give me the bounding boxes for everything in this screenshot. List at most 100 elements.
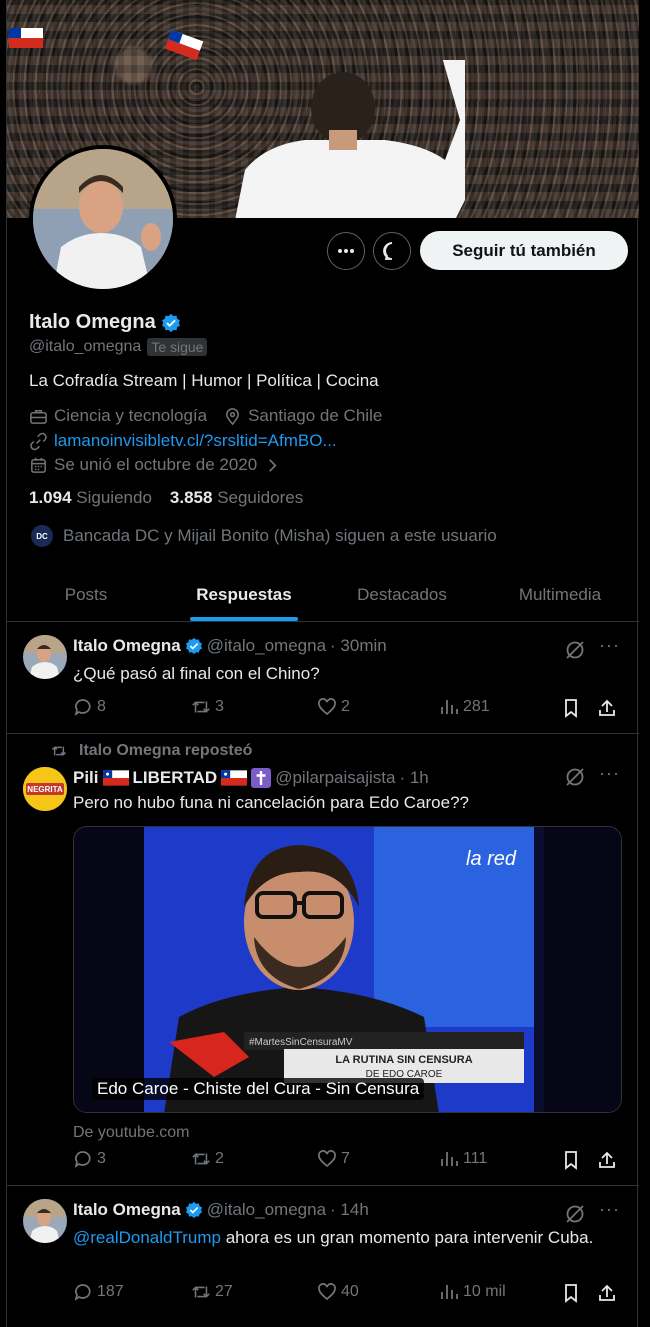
share-icon[interactable] xyxy=(597,698,617,718)
post-item[interactable]: Italo Omegna reposteó NEGRITA Pili LIBER… xyxy=(7,734,639,1186)
cross-icon xyxy=(251,768,272,788)
avatar-image xyxy=(33,149,173,289)
post-text: Pero no hubo funa ni cancelación para Ed… xyxy=(73,793,470,812)
bar-chart-icon xyxy=(441,1285,458,1299)
tab-highlights[interactable]: Destacados xyxy=(323,568,481,621)
views-button[interactable]: 10 mil xyxy=(439,1282,506,1302)
view-count: 111 xyxy=(463,1150,488,1167)
briefcase-icon xyxy=(30,409,47,424)
chevron-right-icon[interactable] xyxy=(263,456,282,475)
ellipsis-icon xyxy=(338,249,354,253)
tab-media[interactable]: Multimedia xyxy=(481,568,639,621)
tab-replies[interactable]: Respuestas xyxy=(165,568,323,621)
post-header: Italo Omegna @italo_omegna · 30min xyxy=(73,636,387,656)
link-icon xyxy=(30,432,47,450)
bookmark-icon[interactable] xyxy=(561,1150,581,1170)
post-time[interactable]: · 1h xyxy=(399,768,428,788)
post-handle[interactable]: @italo_omegna xyxy=(207,636,326,656)
reply-button[interactable]: 3 xyxy=(73,1149,106,1169)
grok-icon[interactable] xyxy=(564,766,586,788)
video-card[interactable]: la red #MartesSinCensuraMV LA RUTINA SIN… xyxy=(73,826,622,1113)
avatar-brand-text: NEGRITA xyxy=(27,785,63,794)
profile-bio: La Cofradía Stream | Humor | Política | … xyxy=(29,371,379,390)
location-pin-icon xyxy=(226,407,240,425)
profile-column: Seguir tú también Italo Omegna @italo_om… xyxy=(6,0,639,1327)
repost-button[interactable]: 2 xyxy=(191,1149,224,1169)
grok-icon[interactable] xyxy=(564,1203,586,1225)
followers-link[interactable]: 3.858 Seguidores xyxy=(170,488,303,508)
post-time[interactable]: · 30min xyxy=(330,636,387,656)
repost-count: 2 xyxy=(215,1150,224,1167)
post-avatar[interactable] xyxy=(23,1199,67,1243)
reply-count: 3 xyxy=(97,1150,106,1167)
post-actions: 8 3 2 281 xyxy=(73,697,629,721)
view-count: 281 xyxy=(463,698,490,715)
post-avatar[interactable] xyxy=(23,635,67,679)
post-text: @realDonaldTrump ahora es un gran moment… xyxy=(73,1227,623,1249)
post-handle[interactable]: @pilarpaisajista xyxy=(275,768,395,788)
post-author-name[interactable]: Italo Omegna xyxy=(73,636,181,656)
share-icon[interactable] xyxy=(597,1283,617,1303)
views-button[interactable]: 281 xyxy=(439,697,490,717)
post-actions: 187 27 40 10 mil xyxy=(73,1282,629,1306)
profile-joined: Se unió el octubre de 2020 xyxy=(54,455,258,474)
flag-icon xyxy=(9,28,43,48)
post-author-name[interactable]: Italo Omegna xyxy=(73,1200,181,1220)
followers-you-know[interactable]: DC Bancada DC y Mijail Bonito (Misha) si… xyxy=(29,523,497,549)
follow-button[interactable]: Seguir tú también xyxy=(420,231,628,270)
post-more-icon[interactable]: ··· xyxy=(599,1199,620,1220)
followers-count: 3.858 xyxy=(169,488,213,507)
video-banner-title: LA RUTINA SIN CENSURA xyxy=(335,1054,472,1066)
more-options-button[interactable] xyxy=(327,232,365,270)
grok-button[interactable] xyxy=(373,232,411,270)
heart-icon xyxy=(318,698,336,716)
link-source[interactable]: De youtube.com xyxy=(73,1124,190,1142)
reply-button[interactable]: 187 xyxy=(73,1282,124,1302)
message-bubble-icon xyxy=(383,242,393,260)
profile-joined-row: Se unió el octubre de 2020 xyxy=(29,455,282,475)
share-icon[interactable] xyxy=(597,1150,617,1170)
repost-icon xyxy=(51,746,67,756)
tab-posts[interactable]: Posts xyxy=(7,568,165,621)
bar-chart-icon xyxy=(441,1152,458,1166)
post-text-body: ahora es un gran momento para intervenir… xyxy=(220,1228,594,1247)
post-author-name[interactable]: Pili xyxy=(73,768,99,788)
repost-button[interactable]: 27 xyxy=(191,1282,233,1302)
post-more-icon[interactable]: ··· xyxy=(599,763,620,784)
mention-link[interactable]: @realDonaldTrump xyxy=(73,1228,221,1247)
following-link[interactable]: 1.094 Siguiendo xyxy=(29,488,152,508)
like-button[interactable]: 40 xyxy=(317,1282,359,1302)
repost-label[interactable]: Italo Omegna reposteó xyxy=(79,742,252,760)
bookmark-icon[interactable] xyxy=(561,698,581,718)
banner-person-image xyxy=(235,60,465,218)
bookmark-icon[interactable] xyxy=(561,1283,581,1303)
reply-count: 8 xyxy=(97,698,106,715)
followers-you-know-text: Bancada DC y Mijail Bonito (Misha) sigue… xyxy=(63,526,497,545)
heart-icon xyxy=(318,1150,336,1168)
profile-tabs: Posts Respuestas Destacados Multimedia xyxy=(7,568,639,622)
post-avatar[interactable]: NEGRITA xyxy=(23,767,67,811)
bar-chart-icon xyxy=(441,700,458,714)
profile-website-row: lamanoinvisibletv.cl/?srsltid=AfmBO... xyxy=(29,431,337,451)
profile-avatar[interactable] xyxy=(29,145,177,293)
verified-badge-icon[interactable] xyxy=(161,313,181,333)
repost-button[interactable]: 3 xyxy=(191,697,224,717)
reply-icon xyxy=(74,699,91,716)
grok-icon[interactable] xyxy=(564,639,586,661)
like-button[interactable]: 7 xyxy=(317,1149,350,1169)
post-header: Pili LIBERTAD @pilarpaisajista · 1h xyxy=(73,768,429,788)
post-author-tag[interactable]: LIBERTAD xyxy=(133,768,218,788)
post-more-icon[interactable]: ··· xyxy=(599,635,620,656)
post-item[interactable]: Italo Omegna @italo_omegna · 30min ··· ¿… xyxy=(7,622,639,734)
post-item[interactable]: Italo Omegna @italo_omegna · 14h ··· @re… xyxy=(7,1186,639,1327)
profile-website-link[interactable]: lamanoinvisibletv.cl/?srsltid=AfmBO... xyxy=(54,431,337,451)
like-button[interactable]: 2 xyxy=(317,697,350,717)
post-time[interactable]: · 14h xyxy=(330,1200,369,1220)
follow-counts: 1.094 Siguiendo 3.858 Seguidores xyxy=(29,488,303,508)
post-handle[interactable]: @italo_omegna xyxy=(207,1200,326,1220)
views-button[interactable]: 111 xyxy=(439,1149,487,1169)
repost-count: 27 xyxy=(215,1283,233,1300)
video-thumbnail-image: la red #MartesSinCensuraMV LA RUTINA SIN… xyxy=(74,827,621,1112)
reply-button[interactable]: 8 xyxy=(73,697,106,717)
like-count: 7 xyxy=(341,1150,350,1167)
